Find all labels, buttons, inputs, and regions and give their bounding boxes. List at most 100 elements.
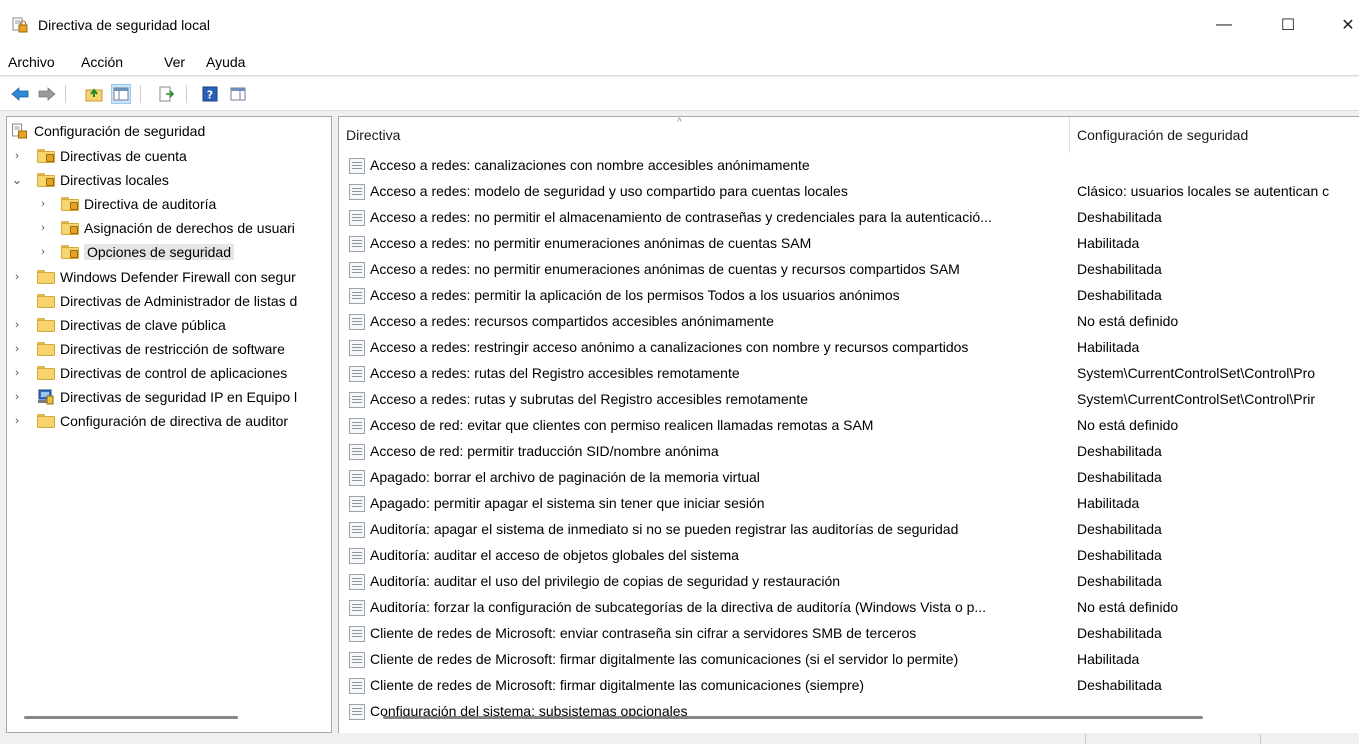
table-row[interactable]: Auditoría: apagar el sistema de inmediat… xyxy=(339,517,1359,543)
table-row[interactable]: Configuración del sistema: subsistemas o… xyxy=(339,699,1359,725)
chevron-right-icon[interactable]: › xyxy=(11,145,23,167)
chevron-right-icon[interactable]: › xyxy=(37,241,49,263)
table-row[interactable]: Acceso de red: evitar que clientes con p… xyxy=(339,413,1359,439)
chevron-down-icon[interactable]: ⌄ xyxy=(11,169,23,191)
tree-item-directivas-cuenta[interactable]: › Directivas de cuenta xyxy=(11,145,187,167)
ip-security-icon xyxy=(38,389,54,405)
tree-item-config-directiva-auditoria[interactable]: › Configuración de directiva de auditor xyxy=(11,410,288,432)
tree-item-administrador-listas[interactable]: Directivas de Administrador de listas d xyxy=(11,290,297,312)
policy-name: Acceso a redes: no permitir el almacenam… xyxy=(370,209,992,225)
column-header-directiva[interactable]: Directiva xyxy=(346,117,400,153)
table-row[interactable]: Acceso a redes: permitir la aplicación d… xyxy=(339,283,1359,309)
policy-setting: Habilitada xyxy=(1077,235,1140,251)
show-hide-action-pane-button[interactable] xyxy=(228,84,248,104)
table-row[interactable]: Acceso de red: permitir traducción SID/n… xyxy=(339,439,1359,465)
back-arrow-icon xyxy=(11,87,29,101)
tree-item-label: Directivas de cuenta xyxy=(60,148,187,164)
policy-name: Auditoría: forzar la configuración de su… xyxy=(370,599,987,615)
forward-button[interactable] xyxy=(37,84,57,104)
sort-ascending-icon: ^ xyxy=(677,117,682,128)
chevron-right-icon[interactable]: › xyxy=(11,362,23,384)
policy-setting: Deshabilitada xyxy=(1077,521,1162,537)
chevron-right-icon[interactable]: › xyxy=(37,193,49,215)
export-list-button[interactable] xyxy=(157,84,177,104)
tree-item-windows-defender-firewall[interactable]: › Windows Defender Firewall con segur xyxy=(11,266,296,288)
policy-name: Acceso a redes: no permitir enumeracione… xyxy=(370,235,812,251)
table-row[interactable]: Auditoría: auditar el uso del privilegio… xyxy=(339,569,1359,595)
table-row[interactable]: Acceso a redes: no permitir enumeracione… xyxy=(339,231,1359,257)
show-hide-console-tree-button[interactable] xyxy=(111,84,131,104)
policy-setting: Habilitada xyxy=(1077,495,1140,511)
policy-list[interactable]: ^ Directiva Configuración de seguridad A… xyxy=(338,116,1359,733)
policy-name: Acceso a redes: modelo de seguridad y us… xyxy=(370,183,848,199)
tree-item-seguridad-ip[interactable]: › Directivas de seguridad IP en Equipo l xyxy=(11,386,297,408)
tree-item-restriccion-software[interactable]: › Directivas de restricción de software xyxy=(11,338,285,360)
toolbar-separator xyxy=(65,85,66,103)
menu-accion[interactable]: Acción xyxy=(81,54,123,70)
policy-name: Cliente de redes de Microsoft: enviar co… xyxy=(370,625,917,641)
list-horizontal-scrollbar[interactable] xyxy=(383,716,1203,719)
policy-name: Cliente de redes de Microsoft: firmar di… xyxy=(370,677,865,693)
title-bar: Directiva de seguridad local — ☐ ✕ xyxy=(0,0,1359,50)
table-row[interactable]: Acceso a redes: recursos compartidos acc… xyxy=(339,309,1359,335)
table-row[interactable]: Cliente de redes de Microsoft: firmar di… xyxy=(339,647,1359,673)
policy-name: Acceso a redes: rutas del Registro acces… xyxy=(370,365,740,381)
close-button[interactable]: ✕ xyxy=(1336,13,1359,37)
chevron-right-icon[interactable]: › xyxy=(11,338,23,360)
chevron-right-icon[interactable]: › xyxy=(11,386,23,408)
chevron-right-icon[interactable]: › xyxy=(11,314,23,336)
menu-archivo[interactable]: Archivo xyxy=(8,54,55,70)
policy-name: Acceso de red: evitar que clientes con p… xyxy=(370,417,874,433)
table-row[interactable]: Cliente de redes de Microsoft: firmar di… xyxy=(339,673,1359,699)
policy-name: Acceso a redes: restringir acceso anónim… xyxy=(370,339,969,355)
folder-icon xyxy=(37,318,55,332)
minimize-button[interactable]: — xyxy=(1212,13,1236,37)
table-row[interactable]: Acceso a redes: rutas y subrutas del Reg… xyxy=(339,387,1359,413)
lock-folder-icon xyxy=(61,245,79,259)
table-row[interactable]: Acceso a redes: modelo de seguridad y us… xyxy=(339,179,1359,205)
table-row[interactable]: Acceso a redes: rutas del Registro acces… xyxy=(339,361,1359,387)
folder-icon xyxy=(37,414,55,428)
console-tree[interactable]: Configuración de seguridad › Directivas … xyxy=(6,116,332,733)
menu-ayuda[interactable]: Ayuda xyxy=(206,54,245,70)
folder-icon xyxy=(37,366,55,380)
folder-icon xyxy=(37,342,55,356)
table-row[interactable]: Acceso a redes: no permitir el almacenam… xyxy=(339,205,1359,231)
tree-item-control-aplicaciones[interactable]: › Directivas de control de aplicaciones xyxy=(11,362,287,384)
tree-item-label: Directivas locales xyxy=(60,172,169,188)
tree-item-label: Directivas de clave pública xyxy=(60,317,226,333)
table-row[interactable]: Cliente de redes de Microsoft: enviar co… xyxy=(339,621,1359,647)
menu-ver[interactable]: Ver xyxy=(164,54,185,70)
security-settings-icon xyxy=(12,123,27,139)
policy-icon xyxy=(349,184,365,200)
help-button[interactable]: ? xyxy=(200,84,220,104)
table-row[interactable]: Apagado: permitir apagar el sistema sin … xyxy=(339,491,1359,517)
policy-setting: Deshabilitada xyxy=(1077,443,1162,459)
up-one-level-button[interactable] xyxy=(84,84,104,104)
tree-item-opciones-seguridad[interactable]: › Opciones de seguridad xyxy=(37,241,234,263)
chevron-right-icon[interactable]: › xyxy=(11,410,23,432)
maximize-button[interactable]: ☐ xyxy=(1276,13,1300,37)
column-divider[interactable] xyxy=(1069,117,1070,153)
table-row[interactable]: Apagado: borrar el archivo de paginación… xyxy=(339,465,1359,491)
minimize-icon: — xyxy=(1216,16,1232,33)
policy-name: Acceso a redes: rutas y subrutas del Reg… xyxy=(370,391,809,407)
column-header-configuracion[interactable]: Configuración de seguridad xyxy=(1077,117,1248,153)
tree-item-directiva-auditoria[interactable]: › Directiva de auditoría xyxy=(37,193,216,215)
tree-item-asignacion-derechos[interactable]: › Asignación de derechos de usuari xyxy=(37,217,295,239)
table-row[interactable]: Acceso a redes: canalizaciones con nombr… xyxy=(339,153,1359,179)
toolbar-separator xyxy=(140,85,141,103)
table-row[interactable]: Acceso a redes: no permitir enumeracione… xyxy=(339,257,1359,283)
tree-item-label: Asignación de derechos de usuari xyxy=(84,220,295,236)
back-button[interactable] xyxy=(10,84,30,104)
tree-root-configuracion-seguridad[interactable]: Configuración de seguridad xyxy=(11,120,205,142)
tree-item-clave-publica[interactable]: › Directivas de clave pública xyxy=(11,314,226,336)
tree-horizontal-scrollbar[interactable] xyxy=(24,716,238,719)
chevron-right-icon[interactable]: › xyxy=(37,217,49,239)
table-row[interactable]: Auditoría: auditar el acceso de objetos … xyxy=(339,543,1359,569)
chevron-right-icon[interactable]: › xyxy=(11,266,23,288)
tree-item-directivas-locales[interactable]: ⌄ Directivas locales xyxy=(11,169,169,191)
policy-icon xyxy=(349,288,365,304)
table-row[interactable]: Auditoría: forzar la configuración de su… xyxy=(339,595,1359,621)
table-row[interactable]: Acceso a redes: restringir acceso anónim… xyxy=(339,335,1359,361)
